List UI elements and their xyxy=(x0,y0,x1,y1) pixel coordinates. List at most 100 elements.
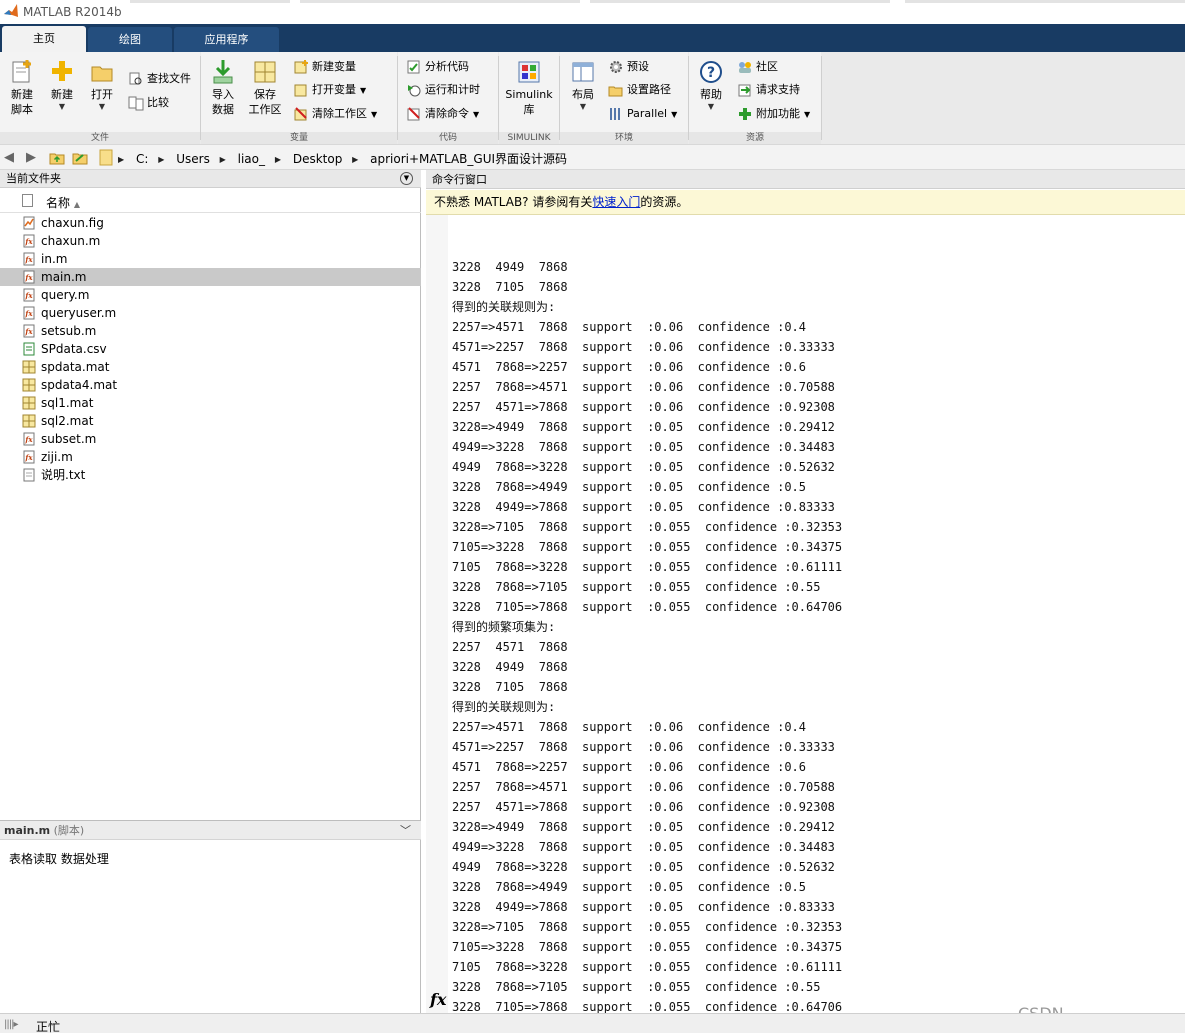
layout-button[interactable]: 布局 ▼ xyxy=(563,58,603,112)
file-list-item[interactable]: chaxun.fig xyxy=(0,214,421,232)
forward-arrow-icon[interactable]: ▶ xyxy=(26,150,36,165)
m-file-icon: fx xyxy=(23,270,35,284)
file-list-item[interactable]: fx subset.m xyxy=(0,430,421,448)
add-ons-button[interactable]: 附加功能 ▼ xyxy=(737,104,810,124)
output-line: 得到的关联规则为: xyxy=(452,300,556,314)
output-line: 7105=>3228 7868 support :0.055 confidenc… xyxy=(452,540,843,554)
layout-icon xyxy=(572,62,594,82)
file-list-item[interactable]: spdata.mat xyxy=(0,358,421,376)
file-list-item[interactable]: fx ziji.m xyxy=(0,448,421,466)
new-variable-icon xyxy=(294,60,308,74)
section-simulink-caption: SIMULINK xyxy=(499,132,559,144)
set-path-label: 设置路径 xyxy=(627,83,671,96)
file-name: queryuser.m xyxy=(41,306,117,320)
parallel-button[interactable]: Parallel ▼ xyxy=(608,104,677,124)
tab-apps[interactable]: 应用程序 xyxy=(174,27,279,52)
title-blur xyxy=(590,0,890,3)
file-name: main.m xyxy=(41,270,87,284)
breadcrumb-users[interactable]: Users xyxy=(176,152,210,166)
output-line: 3228 4949=>7868 support :0.05 confidence… xyxy=(452,500,835,514)
title-blur xyxy=(905,0,1185,3)
file-list-item[interactable]: SPdata.csv xyxy=(0,340,421,358)
help-button[interactable]: ? 帮助 ▼ xyxy=(691,58,731,112)
breadcrumb-desktop[interactable]: Desktop xyxy=(293,152,343,166)
back-arrow-icon[interactable]: ◀ xyxy=(4,150,14,165)
simulink-library-button[interactable]: Simulink 库 xyxy=(504,58,554,117)
community-label: 社区 xyxy=(756,60,778,73)
clear-workspace-button[interactable]: 清除工作区 ▼ xyxy=(293,104,377,124)
open-variable-button[interactable]: 打开变量 ▼ xyxy=(293,80,366,100)
details-panel: main.m (脚本) ﹀ 表格读取 数据处理 xyxy=(0,820,421,1013)
file-name: chaxun.fig xyxy=(41,216,104,230)
new-script-button[interactable]: 新建 脚本 xyxy=(2,58,42,117)
mat-icon xyxy=(22,360,36,374)
breadcrumb-current-folder[interactable]: apriori+MATLAB_GUI界面设计源码 xyxy=(370,152,567,166)
find-files-button[interactable]: 查找文件 xyxy=(128,69,191,89)
set-path-button[interactable]: 设置路径 xyxy=(608,80,671,100)
output-line: 4571=>2257 7868 support :0.06 confidence… xyxy=(452,740,835,754)
new-plus-icon xyxy=(52,61,72,81)
breadcrumb-drive[interactable]: C: xyxy=(136,152,148,166)
up-folder-icon[interactable] xyxy=(49,150,65,165)
file-list-item[interactable]: fx setsub.m xyxy=(0,322,421,340)
tab-home[interactable]: 主页 xyxy=(2,26,86,52)
file-list-item[interactable]: spdata4.mat xyxy=(0,376,421,394)
request-support-button[interactable]: 请求支持 xyxy=(737,80,800,100)
command-window[interactable]: 命令行窗口 不熟悉 MATLAB? 请参阅有关快速入门的资源。 3228 494… xyxy=(426,170,1185,1013)
chevron-down-icon[interactable]: ﹀ xyxy=(400,821,411,840)
analyze-code-icon xyxy=(407,60,420,74)
clear-commands-button[interactable]: 清除命令 ▼ xyxy=(406,104,479,124)
file-name: ziji.m xyxy=(41,450,73,464)
file-name: chaxun.m xyxy=(41,234,101,248)
clear-commands-dropdown-icon: ▼ xyxy=(473,110,480,119)
preferences-button[interactable]: 预设 xyxy=(608,57,649,77)
file-list: chaxun.fig fx chaxun.m fx in.m fx main.m fx quer… xyxy=(0,214,421,484)
file-list-item[interactable]: sql2.mat xyxy=(0,412,421,430)
new-variable-button[interactable]: 新建变量 xyxy=(293,57,356,77)
window-title: MATLAB R2014b xyxy=(23,5,122,19)
clear-workspace-label: 清除工作区 xyxy=(312,107,367,120)
output-line: 3228 7105=>7868 support :0.055 confidenc… xyxy=(452,600,843,614)
mat-icon xyxy=(22,378,36,392)
file-list-item[interactable]: fx main.m xyxy=(0,268,421,286)
m-file-icon: fx xyxy=(23,324,35,338)
file-list-item[interactable]: fx chaxun.m xyxy=(0,232,421,250)
breadcrumb-separator-icon: ▶ xyxy=(118,155,125,164)
m-file-icon: fx xyxy=(23,450,35,464)
section-environment-caption: 环境 xyxy=(560,132,688,144)
function-browser-icon[interactable]: fx xyxy=(430,990,446,1009)
compare-button[interactable]: 比较 xyxy=(128,93,169,113)
tab-plots[interactable]: 绘图 xyxy=(88,27,172,52)
status-grip-icon: ||||▸ xyxy=(4,1019,18,1030)
name-column-header[interactable]: 名称 ▲ xyxy=(46,194,80,211)
file-list-item[interactable]: sql1.mat xyxy=(0,394,421,412)
analyze-code-button[interactable]: 分析代码 xyxy=(406,57,469,77)
details-header: main.m (脚本) ﹀ xyxy=(0,821,421,840)
new-button[interactable]: 新建 ▼ xyxy=(42,58,82,112)
file-list-item[interactable]: 说明.txt xyxy=(0,466,421,484)
ribbon: 新建 脚本 新建 ▼ 打开 ▼ 查找文件 比较 文件 导入 数据 保存 工作区 … xyxy=(0,52,1185,144)
file-list-item[interactable]: fx in.m xyxy=(0,250,421,268)
panel-actions-icon[interactable]: ▼ xyxy=(400,172,413,185)
open-button[interactable]: 打开 ▼ xyxy=(82,58,122,112)
file-list-item[interactable]: fx queryuser.m xyxy=(0,304,421,322)
save-workspace-button[interactable]: 保存 工作区 xyxy=(245,58,285,117)
output-line: 2257 7868=>4571 support :0.06 confidence… xyxy=(452,380,835,394)
run-and-time-button[interactable]: 运行和计时 xyxy=(406,80,480,100)
command-window-header: 命令行窗口 xyxy=(426,170,1185,189)
file-name: sql1.mat xyxy=(41,396,94,410)
browse-folder-icon[interactable] xyxy=(72,150,88,165)
output-line: 3228 7868=>7105 support :0.055 confidenc… xyxy=(452,980,821,994)
output-line: 3228=>7105 7868 support :0.055 confidenc… xyxy=(452,920,843,934)
import-data-button[interactable]: 导入 数据 xyxy=(203,58,243,117)
new-label: 新建 xyxy=(51,88,73,101)
output-line: 3228 7105 7868 xyxy=(452,680,568,694)
output-line: 2257 4571=>7868 support :0.06 confidence… xyxy=(452,400,835,414)
community-button[interactable]: 社区 xyxy=(737,57,778,77)
breadcrumb-separator-icon: ▶ xyxy=(219,155,226,164)
file-list-item[interactable]: fx query.m xyxy=(0,286,421,304)
breadcrumb-user[interactable]: liao_ xyxy=(238,152,265,166)
help-dropdown-icon: ▼ xyxy=(707,102,715,111)
output-line: 3228 7868=>7105 support :0.055 confidenc… xyxy=(452,580,821,594)
quick-start-link[interactable]: 快速入门 xyxy=(592,195,640,209)
